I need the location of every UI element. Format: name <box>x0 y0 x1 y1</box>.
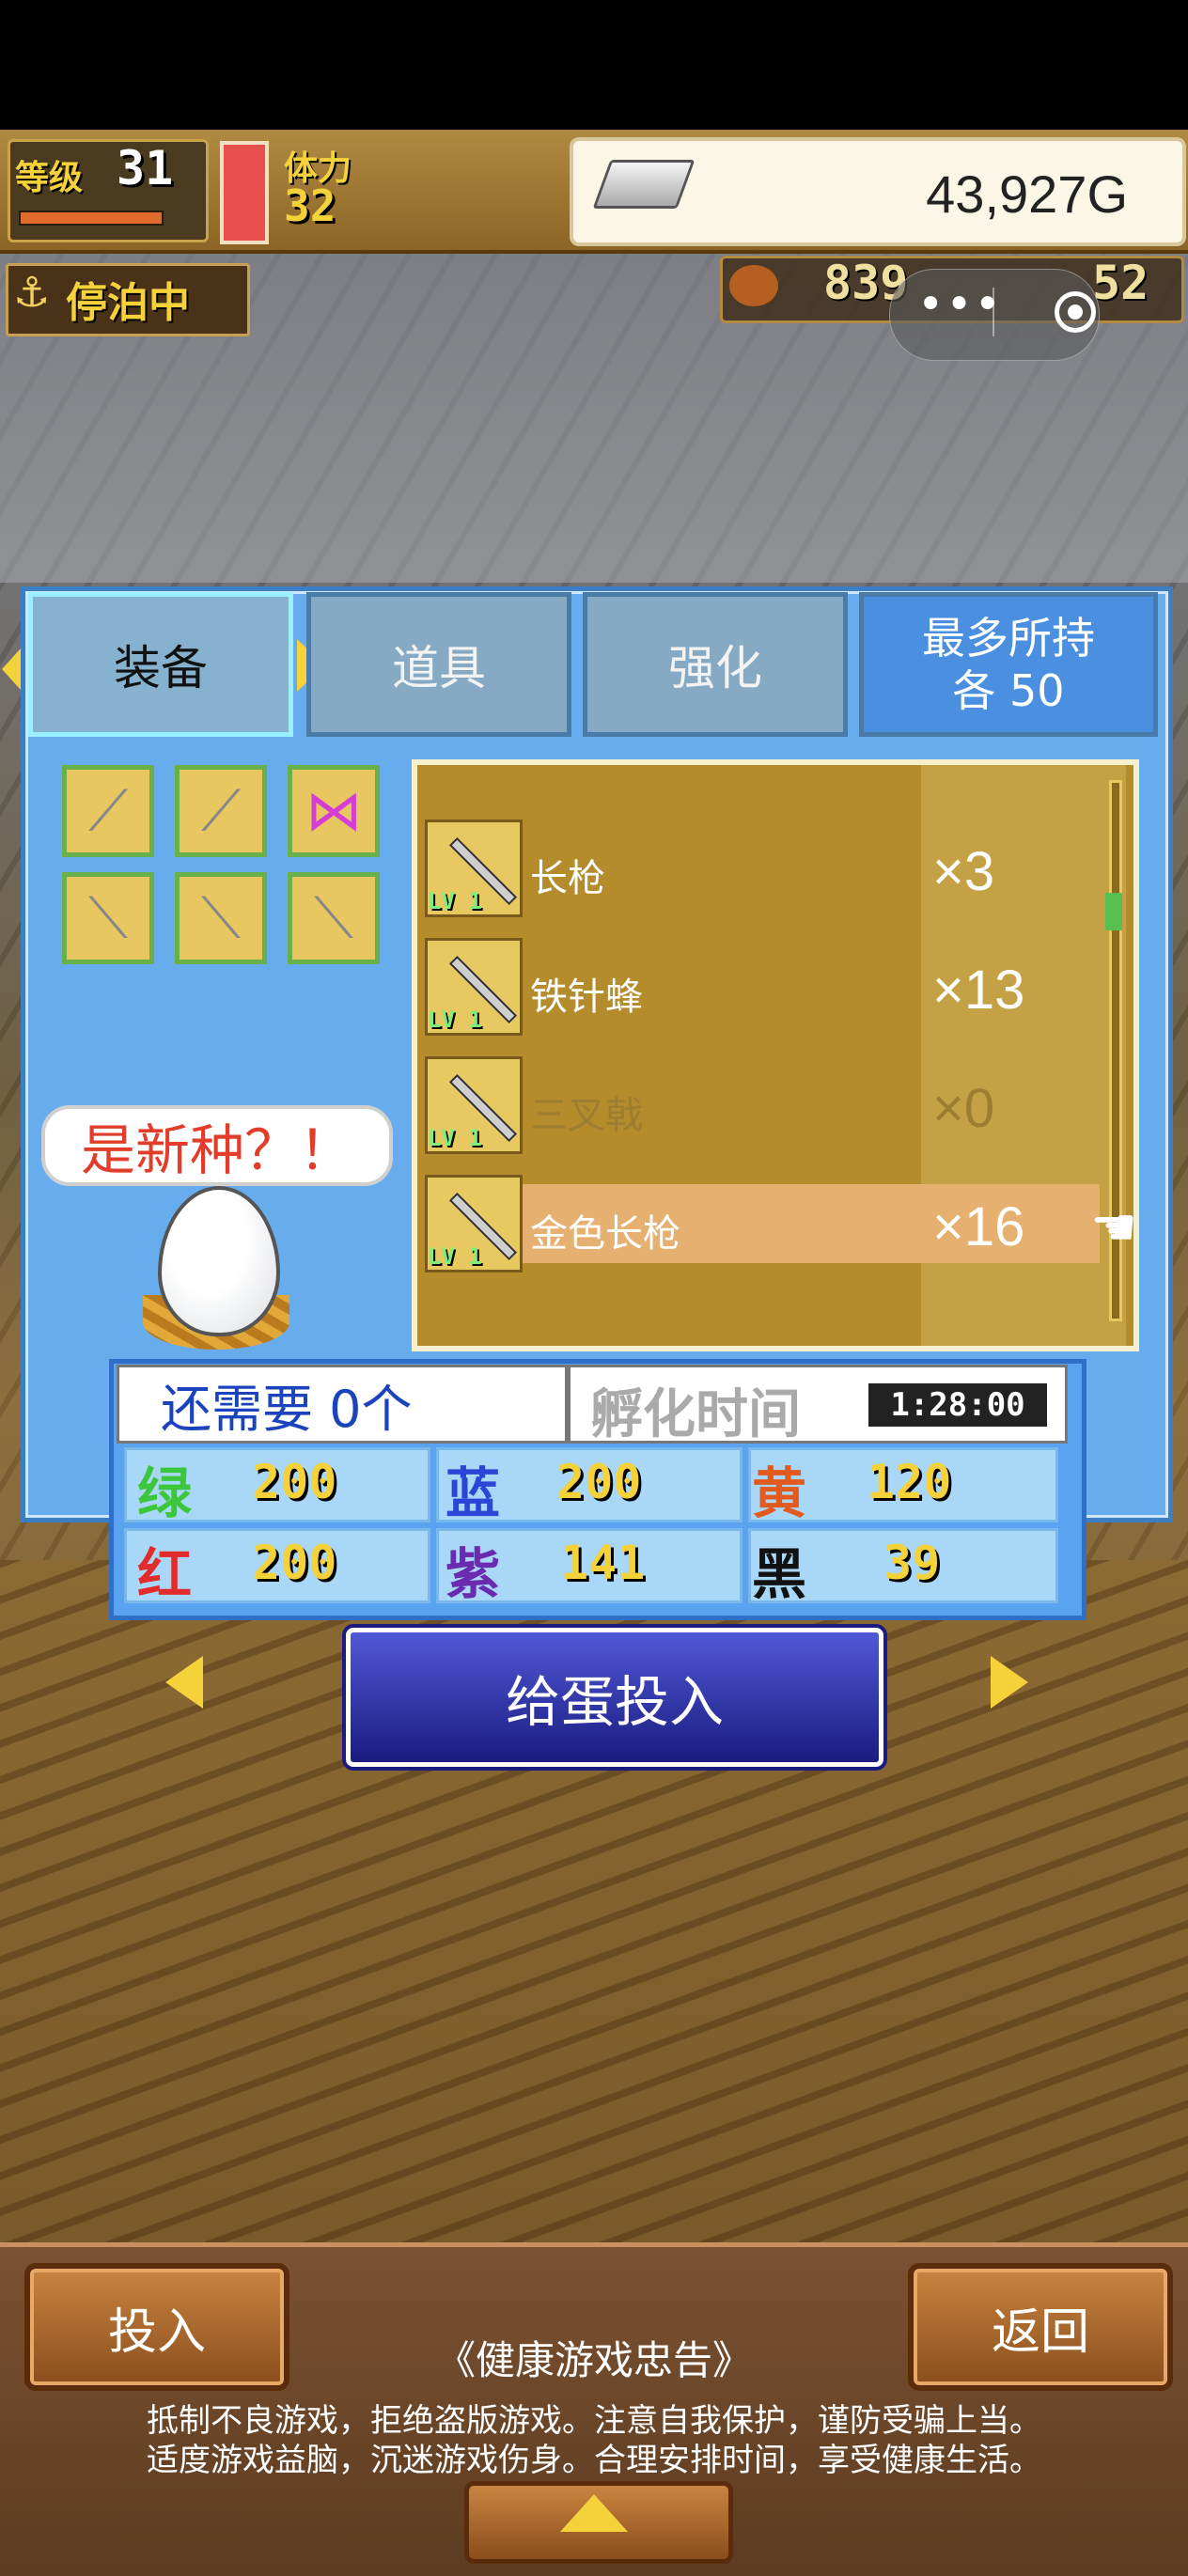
health-notice-line2: 适度游戏益脑，沉迷游戏伤身。合理安排时间，享受健康生活。 <box>147 2442 1041 2479</box>
anchor-icon: ⚓ <box>13 269 51 317</box>
item-level: LV 1 <box>428 1125 482 1151</box>
item-quantity: ×16 <box>932 1196 1025 1257</box>
remaining-needed: 还需要 0个 <box>117 1365 568 1444</box>
spear-icon: ⟍ <box>201 885 241 951</box>
color-value-black: 39 <box>883 1536 941 1590</box>
equip-slot-staff[interactable]: ⟋ <box>175 765 267 857</box>
item-quantity: ×13 <box>932 960 1025 1021</box>
previous-arrow-icon[interactable] <box>165 1656 203 1709</box>
max-hold-info: 最多所持 各 50 <box>859 592 1158 737</box>
hatch-time-value: 1:28:00 <box>868 1383 1047 1427</box>
color-name-purple: 紫 <box>446 1542 501 1606</box>
spear-icon: LV 1 <box>425 938 523 1036</box>
hatch-time-label: 孵化时间 <box>590 1384 801 1445</box>
stamina-bar <box>220 141 269 244</box>
spear-icon: LV 1 <box>425 1175 523 1272</box>
item-quantity: ×3 <box>932 841 995 902</box>
feed-egg-button[interactable]: 给蛋投入 <box>346 1628 883 1767</box>
color-name-black: 黑 <box>752 1542 807 1606</box>
list-item[interactable]: LV 1 三叉戟 ×0 <box>425 1056 1102 1160</box>
next-arrow-icon[interactable] <box>991 1656 1028 1709</box>
color-value-blue: 200 <box>556 1455 642 1509</box>
more-menu-icon[interactable]: ••• <box>917 278 1003 331</box>
level-progress-bar <box>19 211 164 226</box>
color-name-green: 绿 <box>137 1461 193 1525</box>
max-hold-line1: 最多所持 <box>922 613 1095 664</box>
item-name: 金色长枪 <box>530 1212 680 1256</box>
meat-icon <box>729 265 778 306</box>
equip-slot-spear[interactable]: ⟍ <box>288 872 380 964</box>
color-value-yellow: 120 <box>867 1455 952 1509</box>
stamina-value: 32 <box>284 180 336 231</box>
color-name-blue: 蓝 <box>446 1461 501 1525</box>
tab-items[interactable]: 道具 <box>306 592 571 737</box>
tab-enhance[interactable]: 强化 <box>583 592 848 737</box>
color-value-purple: 141 <box>560 1536 646 1590</box>
tab-arrow-left-icon <box>2 648 21 690</box>
equip-slot-ribbon[interactable]: ⋈ <box>288 765 380 857</box>
item-level: LV 1 <box>428 1243 482 1270</box>
equip-slot-staff[interactable]: ⟋ <box>62 765 154 857</box>
color-name-red: 红 <box>137 1542 193 1606</box>
dock-status-label: 停泊中 <box>66 279 190 327</box>
item-name: 三叉戟 <box>530 1094 643 1137</box>
equip-slot-spear[interactable]: ⟍ <box>62 872 154 964</box>
equip-slot-spear[interactable]: ⟍ <box>175 872 267 964</box>
new-species-bubble: 是新种？！ <box>41 1105 393 1186</box>
item-level: LV 1 <box>428 888 482 914</box>
level-label: 等级 <box>15 159 84 197</box>
color-value-green: 200 <box>252 1455 337 1509</box>
item-quantity: ×0 <box>932 1078 995 1139</box>
tab-equipment[interactable]: 装备 <box>28 592 293 737</box>
pointing-hand-icon: ☚ <box>1090 1197 1138 1258</box>
list-item[interactable]: LV 1 铁针蜂 ×13 <box>425 938 1102 1041</box>
capsule-divider <box>993 288 994 336</box>
spear-icon: ⟍ <box>88 885 128 951</box>
scrollbar-thumb[interactable] <box>1105 893 1122 930</box>
item-name: 铁针蜂 <box>530 976 643 1019</box>
trident-icon: LV 1 <box>425 1056 523 1154</box>
ribbon-icon: ⋈ <box>305 778 362 844</box>
silver-bar-icon <box>592 160 696 209</box>
list-item[interactable]: LV 1 长枪 ×3 <box>425 820 1102 923</box>
color-name-yellow: 黄 <box>752 1461 807 1525</box>
gold-value: 43,927G <box>926 164 1128 224</box>
item-level: LV 1 <box>428 1007 482 1033</box>
staff-icon: ⟋ <box>201 778 241 844</box>
resource-value-2: 52 <box>1092 256 1149 310</box>
color-value-red: 200 <box>252 1536 337 1590</box>
max-hold-line2: 各 50 <box>952 665 1065 716</box>
level-value: 31 <box>117 141 174 195</box>
up-arrow-icon <box>560 2494 628 2532</box>
health-notice-title: 《健康游戏忠告》 <box>435 2337 752 2383</box>
item-name: 长枪 <box>530 857 605 900</box>
spear-icon: ⟍ <box>314 885 353 951</box>
close-target-icon[interactable] <box>1055 291 1096 333</box>
spear-icon: LV 1 <box>425 820 523 917</box>
list-item-selected[interactable]: LV 1 金色长枪 ×16 <box>425 1175 1102 1278</box>
staff-icon: ⟋ <box>88 778 128 844</box>
top-black-area <box>0 0 1188 130</box>
